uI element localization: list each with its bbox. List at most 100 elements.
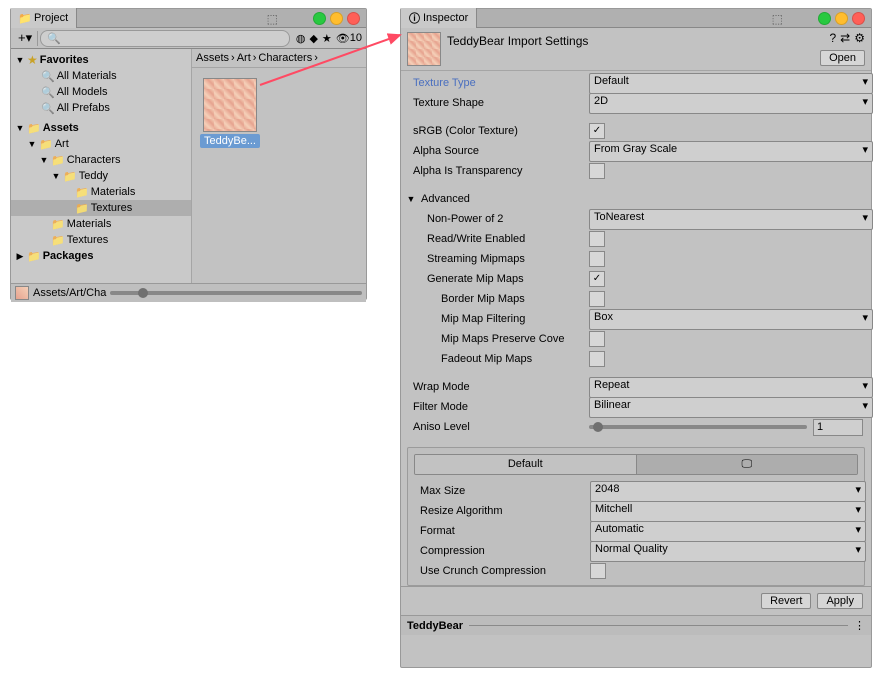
create-button[interactable]: +▾ bbox=[15, 30, 35, 46]
pin-icon[interactable]: ⬚ bbox=[772, 12, 783, 26]
folder-icon: 📁 bbox=[27, 250, 41, 263]
preview-bar[interactable]: TeddyBear ⋮ bbox=[401, 616, 871, 635]
tree-item[interactable]: 📁Textures bbox=[11, 232, 191, 248]
favorite-item[interactable]: 🔍 All Materials bbox=[11, 68, 191, 84]
menu-icon[interactable]: ⋮ bbox=[854, 619, 865, 632]
crunch-label: Use Crunch Compression bbox=[420, 565, 590, 577]
min-icon[interactable] bbox=[818, 12, 831, 25]
revert-button[interactable]: Revert bbox=[761, 593, 811, 609]
project-toolbar: +▾ 🔍 ◍ ◆ ★ 👁 10 bbox=[11, 28, 366, 49]
thumb-size-slider[interactable] bbox=[110, 291, 362, 295]
chevron-icon: › bbox=[314, 52, 318, 64]
favorites-header[interactable]: ▼★ Favorites bbox=[11, 52, 191, 68]
aniso-value[interactable] bbox=[813, 419, 863, 436]
alpha-source-label: Alpha Source bbox=[413, 145, 589, 157]
inspector-tabstrip: ⓘ Inspector ⬚ bbox=[401, 9, 871, 28]
srgb-checkbox[interactable]: ✓ bbox=[589, 123, 605, 139]
filter-type-icon[interactable]: ◍ bbox=[296, 32, 306, 45]
alpha-transp-checkbox[interactable] bbox=[589, 163, 605, 179]
search-icon: 🔍 bbox=[41, 70, 55, 83]
apply-bar: Revert Apply bbox=[401, 586, 871, 616]
tree-item[interactable]: 📁Materials bbox=[11, 184, 191, 200]
search-icon: 🔍 bbox=[47, 32, 61, 45]
folder-icon: 📁 bbox=[51, 154, 65, 167]
tab-inspector[interactable]: ⓘ Inspector bbox=[401, 8, 477, 28]
hidden-count[interactable]: 👁 10 bbox=[336, 32, 362, 45]
preset-icon[interactable]: ⇄ bbox=[840, 31, 850, 45]
texture-settings: Texture Type Default▾ Texture Shape 2D▾ … bbox=[401, 71, 871, 441]
wrap-label: Wrap Mode bbox=[413, 381, 589, 393]
maxsize-label: Max Size bbox=[420, 485, 590, 497]
window-controls bbox=[818, 12, 865, 25]
max-icon[interactable] bbox=[835, 12, 848, 25]
favorite-save-icon[interactable]: ★ bbox=[322, 32, 332, 45]
mipfilter-select[interactable]: Box▾ bbox=[589, 309, 873, 330]
asset-grid[interactable]: TeddyBe... bbox=[192, 68, 366, 283]
crunch-checkbox[interactable] bbox=[590, 563, 606, 579]
packages-header[interactable]: ▶📁 Packages bbox=[11, 248, 191, 264]
min-icon[interactable] bbox=[313, 12, 326, 25]
project-panel: 📁 Project ⬚ +▾ 🔍 ◍ ◆ ★ 👁 10 ▼ bbox=[10, 8, 367, 300]
fadeout-checkbox[interactable] bbox=[589, 351, 605, 367]
mipcov-label: Mip Maps Preserve Cove bbox=[441, 333, 589, 345]
favorite-item[interactable]: 🔍 All Models bbox=[11, 84, 191, 100]
eye-icon: 👁 bbox=[336, 32, 350, 45]
folder-icon: 📁 bbox=[63, 170, 77, 183]
open-button[interactable]: Open bbox=[820, 50, 865, 66]
search-input[interactable]: 🔍 bbox=[40, 30, 290, 47]
close-icon[interactable] bbox=[347, 12, 360, 25]
chevron-icon: › bbox=[253, 52, 257, 64]
format-select[interactable]: Automatic▾ bbox=[590, 521, 866, 542]
tree-item[interactable]: ▼📁Teddy bbox=[11, 168, 191, 184]
filter-label-icon[interactable]: ◆ bbox=[309, 32, 317, 45]
favorite-item[interactable]: 🔍 All Prefabs bbox=[11, 100, 191, 116]
filtermode-select[interactable]: Bilinear▾ bbox=[589, 397, 873, 418]
preview-name: TeddyBear bbox=[407, 620, 463, 632]
resize-label: Resize Algorithm bbox=[420, 505, 590, 517]
pin-icon[interactable]: ⬚ bbox=[267, 12, 278, 26]
platform-section: Default 🖵 Max Size 2048▾ Resize Algorith… bbox=[407, 447, 865, 586]
aniso-label: Aniso Level bbox=[413, 421, 589, 433]
stream-checkbox[interactable] bbox=[589, 251, 605, 267]
close-icon[interactable] bbox=[852, 12, 865, 25]
aniso-slider[interactable] bbox=[589, 425, 807, 429]
rw-checkbox[interactable] bbox=[589, 231, 605, 247]
search-icon: 🔍 bbox=[41, 102, 55, 115]
compression-select[interactable]: Normal Quality▾ bbox=[590, 541, 866, 562]
texture-shape-label: Texture Shape bbox=[413, 97, 589, 109]
platform-tab-default[interactable]: Default bbox=[415, 455, 637, 474]
alpha-source-select[interactable]: From Gray Scale▾ bbox=[589, 141, 873, 162]
wrap-select[interactable]: Repeat▾ bbox=[589, 377, 873, 398]
assets-header[interactable]: ▼📁 Assets bbox=[11, 120, 191, 136]
mipfilter-label: Mip Map Filtering bbox=[441, 313, 589, 325]
resize-select[interactable]: Mitchell▾ bbox=[590, 501, 866, 522]
tree-item[interactable]: ▼📁Art bbox=[11, 136, 191, 152]
apply-button[interactable]: Apply bbox=[817, 593, 863, 609]
tree-item-selected[interactable]: 📁Textures bbox=[11, 200, 191, 216]
texture-shape-select[interactable]: 2D▾ bbox=[589, 93, 873, 114]
tab-project[interactable]: 📁 Project bbox=[11, 8, 77, 28]
bordermip-label: Border Mip Maps bbox=[441, 293, 589, 305]
max-icon[interactable] bbox=[330, 12, 343, 25]
chevron-icon: › bbox=[231, 52, 235, 64]
inspector-panel: ⓘ Inspector ⬚ TeddyBear Import Settings … bbox=[400, 8, 872, 668]
maxsize-select[interactable]: 2048▾ bbox=[590, 481, 866, 502]
texture-thumb[interactable]: TeddyBe... bbox=[202, 78, 258, 148]
fadeout-label: Fadeout Mip Maps bbox=[441, 353, 589, 365]
mipcov-checkbox[interactable] bbox=[589, 331, 605, 347]
platform-tab-standalone[interactable]: 🖵 bbox=[637, 455, 858, 474]
npot-select[interactable]: ToNearest▾ bbox=[589, 209, 873, 230]
help-icon[interactable]: ? bbox=[829, 31, 836, 45]
advanced-foldout[interactable]: ▼Advanced bbox=[405, 189, 863, 209]
tree-item[interactable]: 📁Materials bbox=[11, 216, 191, 232]
texture-type-select[interactable]: Default▾ bbox=[589, 73, 873, 94]
genmip-checkbox[interactable]: ✓ bbox=[589, 271, 605, 287]
format-label: Format bbox=[420, 525, 590, 537]
star-icon: ★ bbox=[27, 53, 38, 67]
breadcrumb[interactable]: Assets› Art› Characters› bbox=[192, 49, 366, 68]
project-sidebar[interactable]: ▼★ Favorites 🔍 All Materials 🔍 All Model… bbox=[11, 49, 192, 283]
compression-label: Compression bbox=[420, 545, 590, 557]
bordermip-checkbox[interactable] bbox=[589, 291, 605, 307]
gear-icon[interactable]: ⚙ bbox=[854, 31, 865, 45]
tree-item[interactable]: ▼📁Characters bbox=[11, 152, 191, 168]
